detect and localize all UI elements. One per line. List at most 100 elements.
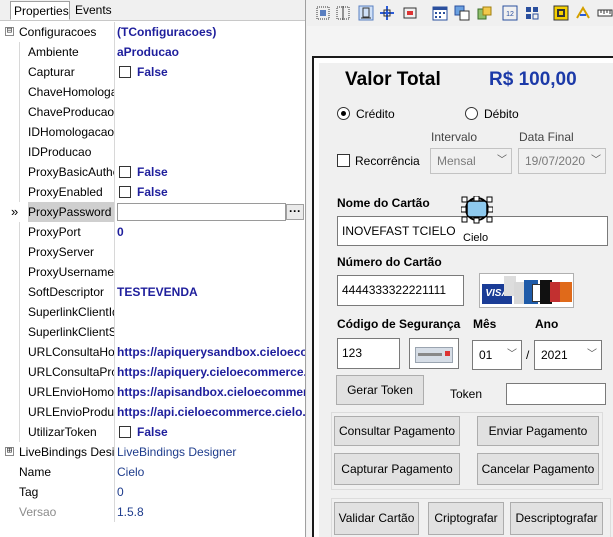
- credit-label[interactable]: Crédito: [356, 107, 395, 121]
- consult-payment-button[interactable]: Consultar Pagamento: [334, 416, 460, 446]
- property-name[interactable]: ChaveProducao: [28, 102, 114, 122]
- property-value[interactable]: [117, 82, 305, 102]
- property-value[interactable]: (TConfiguracoes): [117, 22, 305, 42]
- property-value[interactable]: TESTEVENDA: [117, 282, 305, 302]
- property-row[interactable]: ProxyEnabled False: [0, 182, 305, 202]
- property-name[interactable]: IDProducao: [28, 142, 114, 162]
- property-value[interactable]: https://api.cieloecommerce.cielo.com.br: [117, 402, 305, 422]
- align-center-icon[interactable]: [335, 5, 351, 21]
- property-row[interactable]: SuperlinkClientId: [0, 302, 305, 322]
- send-payment-button[interactable]: Enviar Pagamento: [477, 416, 599, 446]
- property-value[interactable]: https://apiquerysandbox.cieloecommerce: [117, 342, 305, 362]
- property-row[interactable]: ProxyUsername: [0, 262, 305, 282]
- token-input[interactable]: [506, 383, 606, 405]
- property-checkbox[interactable]: [119, 166, 131, 178]
- property-name[interactable]: ProxyPassword: [28, 202, 114, 222]
- debit-label[interactable]: Débito: [484, 107, 519, 121]
- property-row[interactable]: SuperlinkClientSecret: [0, 322, 305, 342]
- property-value[interactable]: Cielo: [117, 462, 305, 482]
- property-row[interactable]: URLConsultaProducaohttps://apiquery.ciel…: [0, 362, 305, 382]
- property-name[interactable]: SoftDescriptor: [28, 282, 114, 302]
- property-row[interactable]: IDHomologacao: [0, 122, 305, 142]
- property-name[interactable]: IDHomologacao: [28, 122, 114, 142]
- bring-to-front-icon[interactable]: [454, 5, 470, 21]
- property-name[interactable]: SuperlinkClientSecret: [28, 322, 114, 342]
- property-name[interactable]: ChaveHomologacao: [28, 82, 114, 102]
- creation-order-icon[interactable]: [524, 5, 540, 21]
- property-row[interactable]: Ambiente aProducao: [0, 42, 305, 62]
- ruler-icon[interactable]: [597, 5, 613, 21]
- property-name[interactable]: Configuracoes: [19, 22, 114, 42]
- property-name[interactable]: ProxyPort: [28, 222, 114, 242]
- property-row[interactable]: URLConsultaHomologacaohttps://apiquerysa…: [0, 342, 305, 362]
- property-name[interactable]: ProxyEnabled: [28, 182, 114, 202]
- property-value[interactable]: LiveBindings Designer: [117, 442, 305, 462]
- property-checkbox[interactable]: [119, 426, 131, 438]
- property-value[interactable]: False: [137, 182, 168, 202]
- property-value[interactable]: False: [137, 62, 168, 82]
- property-row[interactable]: ChaveHomologacao: [0, 82, 305, 102]
- property-checkbox[interactable]: [119, 66, 131, 78]
- property-name[interactable]: UtilizarToken: [28, 422, 114, 442]
- property-value[interactable]: aProducao: [117, 42, 305, 62]
- property-row[interactable]: URLEnvioProducaohttps://api.cieloecommer…: [0, 402, 305, 422]
- property-row[interactable]: Tag 0: [0, 482, 305, 502]
- property-name[interactable]: LiveBindings Designer: [19, 442, 114, 462]
- property-row[interactable]: Versao 1.5.8: [0, 502, 305, 522]
- capture-payment-button[interactable]: Capturar Pagamento: [334, 453, 460, 485]
- property-name[interactable]: URLEnvioHomologacao: [28, 382, 114, 402]
- cielo-component-icon[interactable]: [461, 196, 493, 224]
- collapse-icon[interactable]: ⊟: [5, 27, 14, 36]
- credit-radio[interactable]: [337, 107, 350, 120]
- generate-token-button[interactable]: Gerar Token: [336, 375, 424, 405]
- property-name[interactable]: Capturar: [28, 62, 114, 82]
- size-to-grid-icon[interactable]: [379, 5, 395, 21]
- property-row[interactable]: ProxyBasicAuthentication False: [0, 162, 305, 182]
- property-value[interactable]: [117, 142, 305, 162]
- property-value[interactable]: 1.5.8: [117, 502, 305, 522]
- property-row[interactable]: ChaveProducao: [0, 102, 305, 122]
- property-name[interactable]: URLEnvioProducao: [28, 402, 114, 422]
- property-name[interactable]: Name: [19, 462, 114, 482]
- validate-card-button[interactable]: Validar Cartão: [334, 502, 419, 535]
- property-row[interactable]: IDProducao: [0, 142, 305, 162]
- property-row[interactable]: Name Cielo: [0, 462, 305, 482]
- ellipsis-button[interactable]: ···: [286, 204, 304, 220]
- property-name[interactable]: URLConsultaProducao: [28, 362, 114, 382]
- property-value[interactable]: https://apisandbox.cieloecommerce.cielo: [117, 382, 305, 402]
- property-checkbox[interactable]: [119, 186, 131, 198]
- property-row[interactable]: ProxyServer: [0, 242, 305, 262]
- property-value[interactable]: False: [137, 422, 168, 442]
- decrypt-button[interactable]: Descriptografar: [510, 502, 603, 535]
- cancel-payment-button[interactable]: Cancelar Pagamento: [477, 453, 599, 485]
- property-value[interactable]: [117, 122, 305, 142]
- tab-order-icon[interactable]: 12: [502, 5, 518, 21]
- center-horizontally-icon[interactable]: [402, 5, 418, 21]
- property-row[interactable]: ⊟ Configuracoes (TConfiguracoes): [0, 22, 305, 42]
- debit-radio[interactable]: [465, 107, 478, 120]
- property-value[interactable]: https://apiquery.cieloecommerce.cielo.co…: [117, 362, 305, 382]
- property-row[interactable]: SoftDescriptor TESTEVENDA: [0, 282, 305, 302]
- calendar-icon[interactable]: [432, 5, 448, 21]
- property-name[interactable]: SuperlinkClientId: [28, 302, 114, 322]
- property-name[interactable]: URLConsultaHomologacao: [28, 342, 114, 362]
- interval-select[interactable]: Mensal ﹀: [430, 148, 512, 174]
- flip-children-icon[interactable]: [575, 5, 591, 21]
- property-value[interactable]: 0: [117, 482, 305, 502]
- property-value[interactable]: [117, 203, 286, 221]
- property-name[interactable]: ProxyUsername: [28, 262, 114, 282]
- send-to-back-icon[interactable]: [476, 5, 492, 21]
- property-value[interactable]: False: [137, 162, 168, 182]
- tab-properties[interactable]: Properties: [10, 1, 70, 20]
- property-name[interactable]: Ambiente: [28, 42, 114, 62]
- property-value[interactable]: [117, 242, 305, 262]
- property-row[interactable]: ⊞ LiveBindings DesignerLiveBindings Desig…: [0, 442, 305, 462]
- property-row[interactable]: Capturar False: [0, 62, 305, 82]
- property-row[interactable]: ProxyPort 0: [0, 222, 305, 242]
- property-name[interactable]: ProxyServer: [28, 242, 114, 262]
- property-value[interactable]: 0: [117, 222, 305, 242]
- property-value[interactable]: [117, 322, 305, 342]
- align-left-icon[interactable]: [315, 5, 331, 21]
- encrypt-button[interactable]: Criptografar: [428, 502, 504, 535]
- property-name[interactable]: Versao: [19, 502, 114, 522]
